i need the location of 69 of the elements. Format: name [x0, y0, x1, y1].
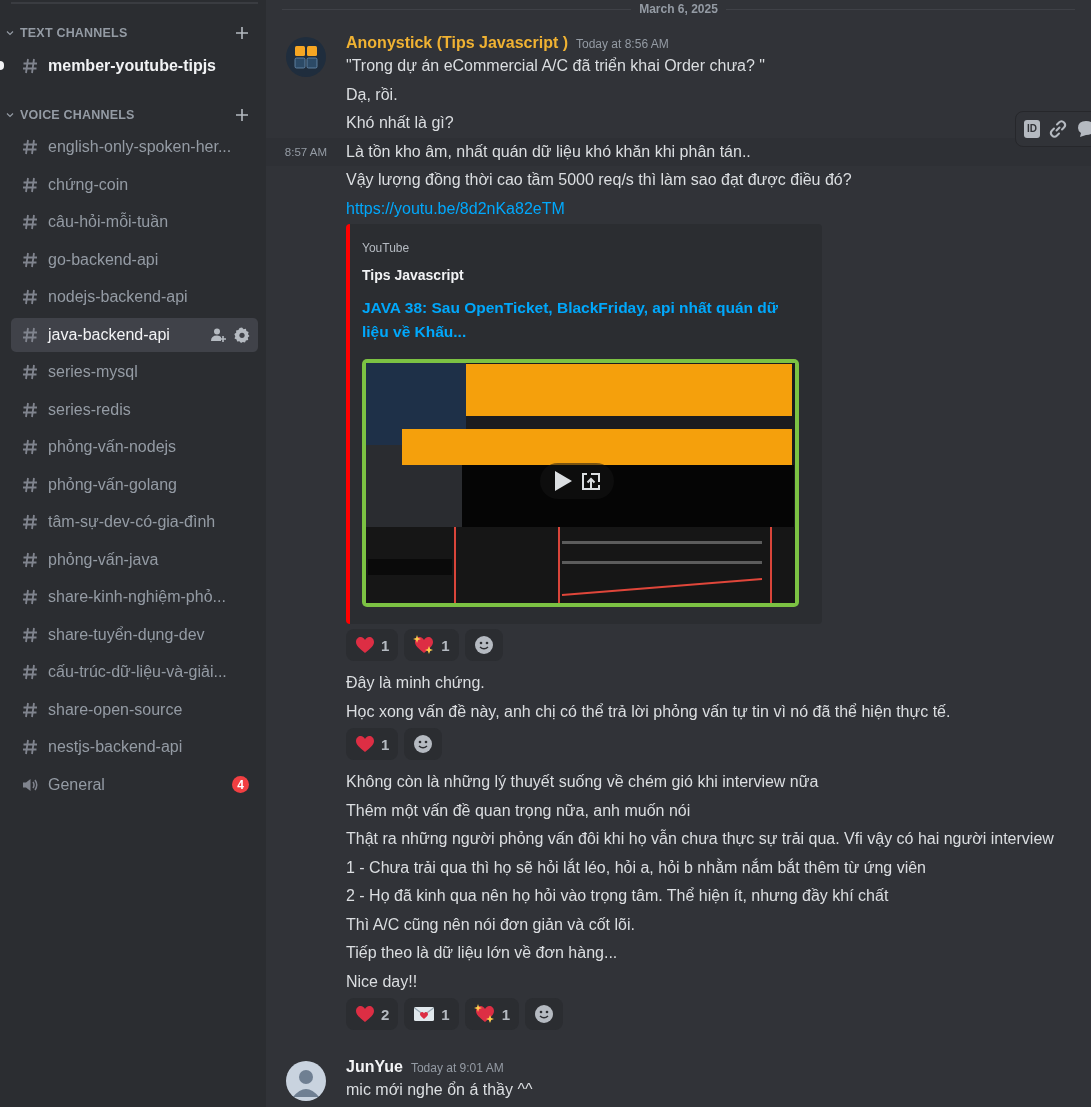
message-row[interactable]: mic mới nghe ổn á thầy ^^: [266, 1076, 1091, 1105]
channel-item[interactable]: phỏng-vấn-golang: [11, 467, 258, 502]
message-row[interactable]: https://youtu.be/8d2nKa82eTM: [266, 194, 1091, 223]
channel-item[interactable]: câu-hỏi-mỗi-tuần: [11, 205, 258, 239]
channel-item[interactable]: phỏng-vấn-java: [11, 542, 258, 577]
hover-timestamp: 8:57 AM: [284, 145, 327, 158]
reaction-button[interactable]: 1: [404, 998, 459, 1030]
message-text: mic mới nghe ổn á thầy ^^: [346, 1080, 533, 1100]
channel-item[interactable]: share-kinh-nghiệm-phỏ...: [11, 580, 258, 614]
message-row[interactable]: 2 - Họ đã kinh qua nên họ hỏi vào trọng tâm. Thể hiện ít, nhưng đầy khí chất: [266, 882, 1091, 911]
channel-item[interactable]: member-youtube-tipjs: [11, 48, 258, 83]
channel-item[interactable]: share-open-source: [11, 692, 258, 727]
message-text: Dạ, rồi.: [346, 84, 398, 105]
message-text: Thêm một vấn đề quan trọng nữa, anh muốn nói: [346, 800, 691, 821]
message-text: Học xong vấn đề này, anh chị có thể trả lời phỏng vấn tự tin vì nó đã thể hiện thực tế.: [346, 701, 951, 722]
message-row[interactable]: 1 - Chưa trải qua thì họ sẽ hỏi lắt léo, hỏi a, hỏi b nhằm nắm bắt thêm từ ứng viên: [266, 853, 1091, 882]
channel-item[interactable]: series-mysql: [11, 355, 258, 389]
message-row[interactable]: Thật ra những người phỏng vấn đôi khi họ vẫn chưa thực sự trải qua. Vfi vậy có hai người interview: [266, 825, 1091, 854]
embed-author[interactable]: Tips Javascript: [362, 266, 464, 284]
channel-item[interactable]: share-tuyển-dụng-dev: [11, 617, 258, 652]
message-text: Vậy lượng đồng thời cao tầm 5000 req/s thì làm sao đạt được điều đó?: [346, 170, 852, 190]
channel-item[interactable]: java-backend-api: [11, 317, 258, 352]
mention-badge: 4: [232, 776, 249, 793]
author-name[interactable]: JunYue: [346, 1058, 403, 1076]
author-name[interactable]: Anonystick (Tips Javascript ): [346, 34, 568, 52]
message-row[interactable]: Không còn là những lý thuyết suống về chém gió khi interview nữa: [266, 768, 1091, 797]
message-text: Đây là minh chứng.: [346, 673, 485, 693]
message-row[interactable]: Thêm một vấn đề quan trọng nữa, anh muốn nói: [266, 796, 1091, 825]
message-row[interactable]: Đây là minh chứng.: [266, 669, 1091, 698]
message-text: 2 - Họ đã kinh qua nên họ hỏi vào trọng tâm. Thể hiện ít, nhưng đầy khí chất: [346, 886, 889, 906]
message-text: Không còn là những lý thuyết suống về chém gió khi interview nữa: [346, 772, 819, 792]
channel-item[interactable]: go-backend-api: [11, 242, 258, 277]
message-text: Thì A/C cũng nên nói đơn giản và cốt lõi.: [346, 914, 635, 935]
channel-item[interactable]: tâm-sự-dev-có-gia-đình: [11, 505, 258, 539]
channel-item[interactable]: nodejs-backend-api: [11, 280, 258, 314]
embed-provider: YouTube: [362, 240, 410, 256]
channel-item[interactable]: phỏng-vấn-nodejs: [11, 430, 258, 464]
message-row[interactable]: Học xong vấn đề này, anh chị có thể trả lời phỏng vấn tự tin vì nó đã thể hiện thực tế.: [266, 697, 1091, 726]
message-row[interactable]: Vậy lượng đồng thời cao tầm 5000 req/s thì làm sao đạt được điều đó?: [266, 166, 1091, 195]
message-row[interactable]: Nice day!!: [266, 967, 1091, 996]
message-text: 1 - Chưa trải qua thì họ sẽ hỏi lắt léo, hỏi a, hỏi b nhằm nắm bắt thêm từ ứng viên: [346, 857, 926, 878]
reaction-button[interactable]: 1: [404, 629, 459, 661]
message-row[interactable]: Tiếp theo là dữ liệu lớn về đơn hàng...: [266, 939, 1091, 968]
channel-item[interactable]: General 4: [11, 767, 258, 802]
message-row[interactable]: Thì A/C cũng nên nói đơn giản và cốt lõi.: [266, 910, 1091, 939]
message-row[interactable]: "Trong dự án eCommercial A/C đã triển khai Order chưa? ": [266, 52, 1091, 81]
message-row[interactable]: Dạ, rồi.: [266, 80, 1091, 109]
reaction-button[interactable]: 1: [346, 629, 399, 661]
channel-item[interactable]: nestjs-backend-api: [11, 730, 258, 764]
embed-title[interactable]: JAVA 38: Sau OpenTicket, BlackFriday, api nhất quán dữ liệu về Khấu...: [362, 296, 806, 344]
message-text: Tiếp theo là dữ liệu lớn về đơn hàng...: [346, 943, 618, 963]
message-link[interactable]: https://youtu.be/8d2nKa82eTM: [346, 197, 565, 220]
timestamp: Today at 9:01 AM: [410, 1060, 504, 1077]
category-label[interactable]: TEXT CHANNELS: [20, 26, 236, 40]
channel-item[interactable]: chứng-coin: [11, 167, 258, 202]
reaction-button[interactable]: 2: [346, 998, 399, 1030]
message-text: Là tồn kho âm, nhất quán dữ liệu khó khăn khi phân tán..: [346, 141, 751, 162]
message-text: Thật ra những người phỏng vấn đôi khi họ vẫn chưa thực sự trải qua. Vfi vậy có hai người interview: [346, 828, 1054, 849]
timestamp: Today at 8:56 AM: [576, 36, 669, 53]
category-label[interactable]: VOICE CHANNELS: [20, 107, 236, 122]
message-text: Nice day!!: [346, 971, 418, 992]
reaction-button[interactable]: 1: [464, 998, 520, 1030]
channel-item[interactable]: cấu-trúc-dữ-liệu-và-giải...: [11, 655, 258, 689]
reaction-button[interactable]: 1: [346, 728, 399, 760]
date-divider: March 6, 2025: [638, 2, 719, 16]
message-text: "Trong dự án eCommercial A/C đã triển khai Order chưa? ": [346, 56, 766, 76]
copy-id-button[interactable]: ID: [1024, 119, 1040, 138]
channel-item[interactable]: series-redis: [11, 392, 258, 427]
channel-item[interactable]: english-only-spoken-her...: [11, 130, 258, 164]
